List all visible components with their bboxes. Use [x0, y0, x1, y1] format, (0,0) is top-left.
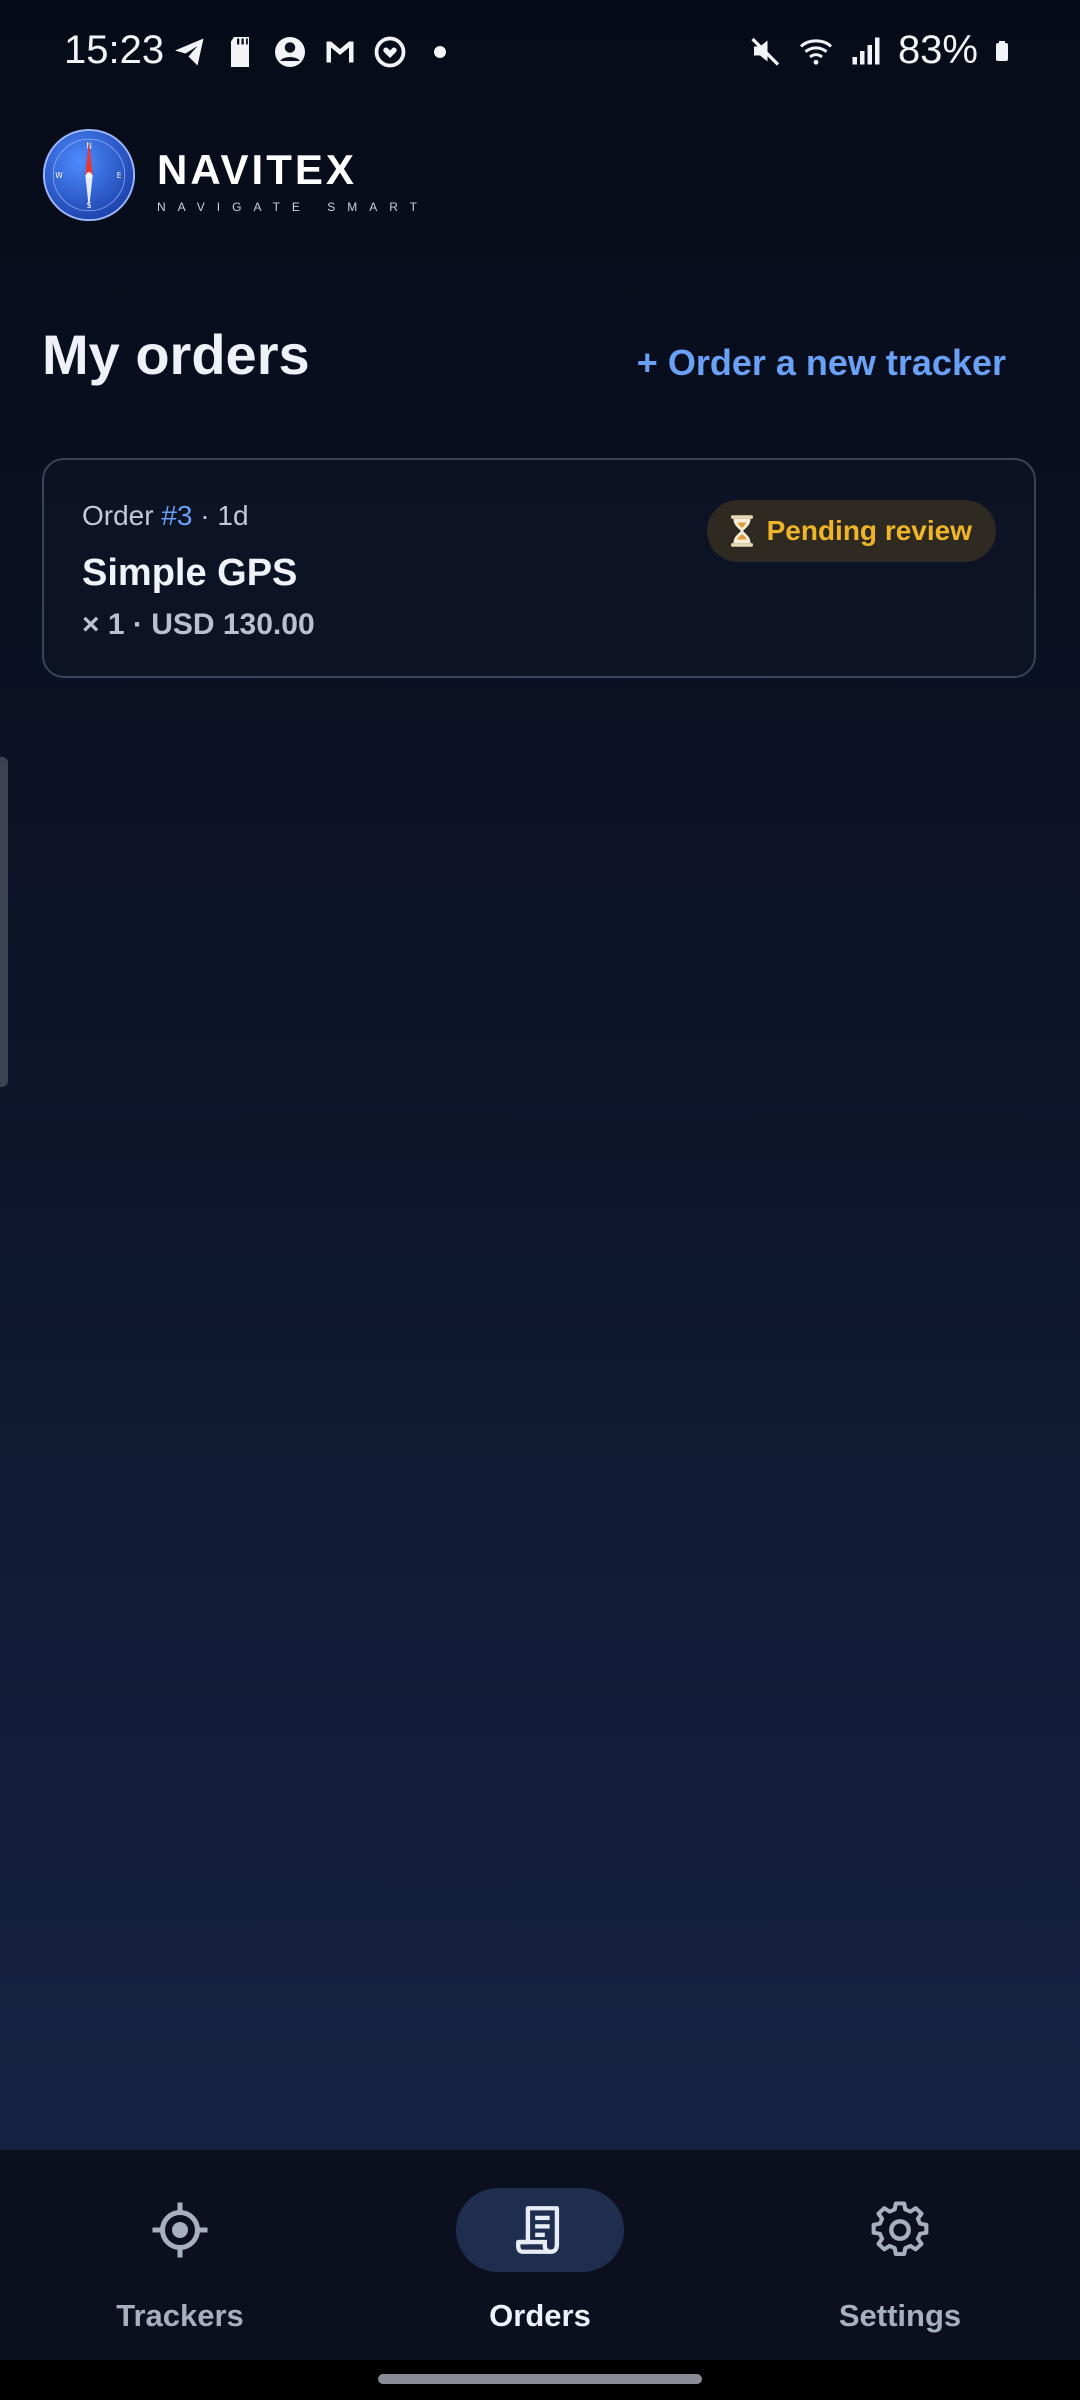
nav-icon-wrap — [96, 2188, 264, 2272]
order-number: #3 — [161, 500, 193, 531]
sd-card-icon — [231, 37, 249, 67]
nav-label-settings: Settings — [838, 2298, 962, 2333]
brand: NAVITEX NAVIGATE SMART — [157, 146, 429, 214]
nav-icon-wrap — [456, 2188, 624, 2272]
compass-icon: N S W E — [42, 128, 136, 222]
hourglass-icon — [730, 515, 753, 547]
battery-icon — [996, 40, 1008, 61]
account-circle-icon — [275, 37, 305, 67]
svg-text:E: E — [117, 171, 122, 180]
status-badge: Pending review — [706, 500, 996, 562]
order-card[interactable]: Order #3 · 1d Simple GPS × 1 · USD 130.0… — [42, 458, 1036, 678]
system-status-icons: 83% — [748, 28, 1016, 73]
brand-tagline: NAVIGATE SMART — [157, 200, 430, 214]
order-label: Order — [82, 500, 154, 531]
gmail-icon — [326, 41, 354, 63]
battery-percent: 83% — [897, 28, 978, 72]
signal-icon — [852, 37, 880, 64]
nav-label-trackers: Trackers — [116, 2298, 244, 2333]
nav-item-settings[interactable]: Settings — [720, 2150, 1080, 2360]
receipt-icon — [516, 2206, 560, 2254]
brand-name: NAVITEX — [157, 146, 357, 193]
status-bar: 15:23 83% — [0, 0, 1080, 110]
notification-icons — [172, 34, 458, 70]
bottom-navigation: Trackers Orders Settings — [0, 2150, 1080, 2360]
order-product-name: Simple GPS — [82, 552, 298, 594]
mute-icon — [751, 37, 780, 66]
order-new-tracker-link[interactable]: + Order a new tracker — [637, 342, 1006, 384]
target-icon — [152, 2202, 208, 2258]
order-meta: Order #3 · 1d — [82, 500, 249, 532]
system-navigation-bar — [0, 2360, 1080, 2400]
nav-icon-wrap — [816, 2188, 984, 2272]
status-time: 15:23 — [64, 28, 165, 72]
order-age: · 1d — [200, 500, 249, 531]
svg-text:W: W — [55, 171, 63, 180]
wifi-icon — [799, 38, 832, 65]
heart-sync-icon — [374, 36, 406, 68]
dot-icon — [434, 46, 446, 58]
page-title: My orders — [42, 323, 310, 386]
nav-item-trackers[interactable]: Trackers — [0, 2150, 360, 2360]
edge-panel-handle[interactable] — [0, 757, 8, 1087]
gesture-handle[interactable] — [378, 2374, 702, 2384]
nav-label-orders: Orders — [489, 2298, 591, 2333]
nav-item-orders[interactable]: Orders — [360, 2150, 720, 2360]
status-text: Pending review — [766, 515, 972, 546]
gear-icon — [871, 2201, 929, 2257]
telegram-icon — [175, 38, 204, 66]
order-quantity-price: × 1 · USD 130.00 — [82, 608, 315, 641]
